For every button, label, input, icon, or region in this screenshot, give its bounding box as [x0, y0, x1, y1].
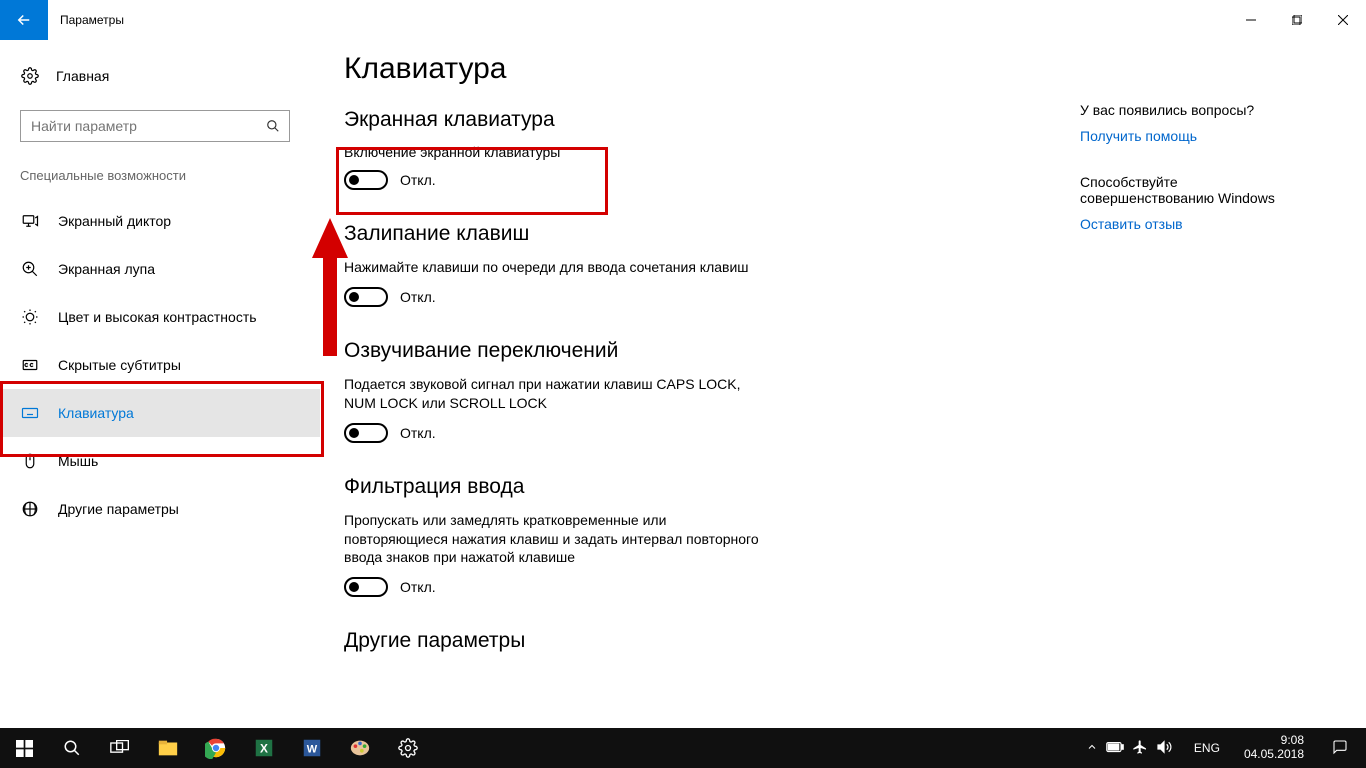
minimize-button[interactable]: [1228, 0, 1274, 40]
titlebar: Параметры: [0, 0, 1366, 40]
filter-desc: Пропускать или замедлять кратковременные…: [344, 511, 764, 568]
sidebar-item-label: Экранная лупа: [58, 261, 155, 277]
taskbar-app-word[interactable]: W: [288, 728, 336, 768]
sidebar-home-label: Главная: [56, 68, 109, 84]
tray-battery-icon[interactable]: [1106, 741, 1124, 756]
taskbar-app-explorer[interactable]: [144, 728, 192, 768]
sidebar-category-title: Специальные возможности: [20, 168, 300, 183]
sidebar-item-mouse[interactable]: Мышь: [0, 437, 320, 485]
filter-toggle-row: Откл.: [344, 577, 1040, 597]
taskbar-search-button[interactable]: [48, 728, 96, 768]
page-title: Клавиатура: [344, 52, 1040, 86]
osk-toggle-state: Откл.: [400, 172, 436, 188]
magnifier-icon: [20, 260, 40, 278]
main-content: Клавиатура Экранная клавиатура Включение…: [320, 40, 1080, 728]
tray-clock[interactable]: 9:08 04.05.2018: [1236, 734, 1312, 762]
sidebar: Главная Специальные возможности Экранный…: [0, 40, 320, 728]
tray-airplane-icon[interactable]: [1132, 739, 1148, 758]
section-filter-title: Фильтрация ввода: [344, 475, 1040, 499]
sidebar-item-label: Другие параметры: [58, 501, 179, 517]
back-button[interactable]: [0, 0, 48, 40]
maximize-button[interactable]: [1274, 0, 1320, 40]
svg-text:W: W: [307, 744, 318, 756]
sidebar-item-label: Клавиатура: [58, 405, 134, 421]
sticky-toggle-state: Откл.: [400, 289, 436, 305]
tray-time: 9:08: [1281, 734, 1304, 748]
sound-toggle[interactable]: [344, 423, 388, 443]
tray-volume-icon[interactable]: [1156, 739, 1172, 758]
sound-toggle-row: Откл.: [344, 423, 1040, 443]
contrast-icon: [20, 308, 40, 326]
tray-chevron-icon[interactable]: [1086, 741, 1098, 756]
search-input[interactable]: [21, 118, 257, 134]
sound-toggle-state: Откл.: [400, 425, 436, 441]
rail-improve-title: Способствуйте совершенствованию Windows: [1080, 174, 1300, 206]
settings-window: Параметры Главная: [0, 0, 1366, 728]
sticky-toggle[interactable]: [344, 287, 388, 307]
sidebar-home[interactable]: Главная: [20, 58, 300, 94]
system-tray[interactable]: ENG 9:08 04.05.2018: [1086, 734, 1366, 762]
captions-icon: [20, 356, 40, 374]
sticky-toggle-row: Откл.: [344, 287, 1040, 307]
other-icon: [20, 500, 40, 518]
sidebar-item-magnifier[interactable]: Экранная лупа: [0, 245, 320, 293]
taskbar-app-chrome[interactable]: [192, 728, 240, 768]
sidebar-item-contrast[interactable]: Цвет и высокая контрастность: [0, 293, 320, 341]
narrator-icon: [20, 212, 40, 230]
tray-date: 04.05.2018: [1244, 748, 1304, 762]
close-button[interactable]: [1320, 0, 1366, 40]
sticky-desc: Нажимайте клавиши по очереди для ввода с…: [344, 258, 764, 277]
svg-text:X: X: [260, 742, 268, 756]
gear-icon: [20, 67, 40, 85]
filter-toggle[interactable]: [344, 577, 388, 597]
sidebar-item-narrator[interactable]: Экранный диктор: [0, 197, 320, 245]
sidebar-item-label: Скрытые субтитры: [58, 357, 181, 373]
tray-language[interactable]: ENG: [1188, 741, 1226, 755]
taskbar-app-paint[interactable]: [336, 728, 384, 768]
rail-improve-link[interactable]: Оставить отзыв: [1080, 216, 1336, 232]
section-sound-title: Озвучивание переключений: [344, 339, 1040, 363]
sidebar-item-label: Цвет и высокая контрастность: [58, 309, 257, 325]
sound-desc: Подается звуковой сигнал при нажатии кла…: [344, 375, 764, 413]
search-icon: [257, 119, 289, 133]
start-button[interactable]: [0, 728, 48, 768]
sidebar-item-keyboard[interactable]: Клавиатура: [0, 389, 320, 437]
taskbar-app-excel[interactable]: X: [240, 728, 288, 768]
tray-notifications-icon[interactable]: [1322, 739, 1358, 758]
taskbar: X W ENG 9:08 04.05.2018: [0, 728, 1366, 768]
window-body: Главная Специальные возможности Экранный…: [0, 40, 1366, 728]
sidebar-item-label: Мышь: [58, 453, 98, 469]
osk-toggle[interactable]: [344, 170, 388, 190]
sidebar-item-captions[interactable]: Скрытые субтитры: [0, 341, 320, 389]
task-view-button[interactable]: [96, 728, 144, 768]
filter-toggle-state: Откл.: [400, 579, 436, 595]
section-osk-title: Экранная клавиатура: [344, 108, 1040, 132]
right-rail: У вас появились вопросы? Получить помощь…: [1080, 40, 1366, 728]
window-title: Параметры: [48, 0, 124, 40]
keyboard-icon: [20, 404, 40, 422]
section-sticky-title: Залипание клавиш: [344, 222, 1040, 246]
rail-help-link[interactable]: Получить помощь: [1080, 128, 1336, 144]
osk-toggle-row: Откл.: [344, 170, 1040, 190]
sidebar-item-other[interactable]: Другие параметры: [0, 485, 320, 533]
taskbar-app-settings[interactable]: [384, 728, 432, 768]
osk-label: Включение экранной клавиатуры: [344, 144, 1040, 160]
mouse-icon: [20, 452, 40, 470]
section-other-title: Другие параметры: [344, 629, 1040, 653]
sidebar-item-label: Экранный диктор: [58, 213, 171, 229]
search-input-wrap[interactable]: [20, 110, 290, 142]
rail-help-title: У вас появились вопросы?: [1080, 102, 1336, 118]
